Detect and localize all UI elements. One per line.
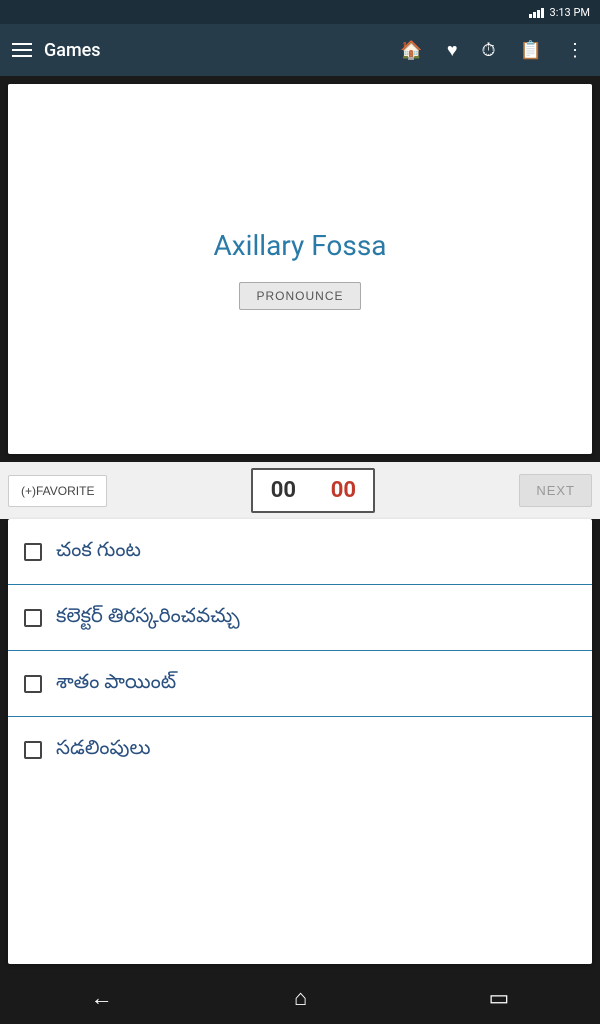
score-right: 00	[313, 470, 373, 511]
signal-icon	[529, 6, 544, 18]
next-button[interactable]: NEXT	[519, 474, 592, 507]
nav-bar: ← ⌂ ▭	[0, 972, 600, 1024]
menu-icon[interactable]	[12, 43, 32, 57]
home-button[interactable]: ⌂	[294, 985, 307, 1011]
status-bar: 3:13 PM	[0, 0, 600, 24]
app-bar: Games 🏠 ♥ ⏱ 📋 ⋮	[0, 24, 600, 76]
option-text-4: సడలింపులు	[56, 735, 151, 764]
checkbox-1[interactable]	[24, 543, 42, 561]
main-card: Axillary Fossa PRONOUNCE	[8, 84, 592, 454]
option-text-1: చంక గుంట	[56, 537, 141, 566]
app-bar-actions: 🏠 ♥ ⏱ 📋 ⋮	[396, 36, 588, 65]
checkbox-4[interactable]	[24, 741, 42, 759]
option-text-2: కలెక్టర్ తిరస్కరించవచ్చు	[56, 603, 240, 632]
quiz-area: చంక గుంట కలెక్టర్ తిరస్కరించవచ్చు శాతం పాయ…	[8, 519, 592, 964]
favorite-button[interactable]: (+)FAVORITE	[8, 475, 107, 507]
list-item[interactable]: సడలింపులు	[8, 717, 592, 782]
more-icon[interactable]: ⋮	[562, 36, 588, 65]
history-icon[interactable]: ⏱	[478, 36, 500, 65]
app-title: Games	[44, 40, 384, 61]
recent-apps-button[interactable]: ▭	[489, 986, 510, 1011]
word-title: Axillary Fossa	[213, 229, 386, 262]
score-left: 00	[253, 470, 313, 511]
pronounce-button[interactable]: PRONOUNCE	[239, 282, 360, 310]
action-bar: (+)FAVORITE 00 00 NEXT	[0, 462, 600, 519]
list-item[interactable]: చంక గుంట	[8, 519, 592, 585]
list-item[interactable]: కలెక్టర్ తిరస్కరించవచ్చు	[8, 585, 592, 651]
list-item[interactable]: శాతం పాయింట్	[8, 651, 592, 717]
back-button[interactable]: ←	[91, 985, 113, 1011]
heart-icon[interactable]: ♥	[443, 36, 462, 65]
checkbox-3[interactable]	[24, 675, 42, 693]
home-icon[interactable]: 🏠	[396, 36, 426, 65]
clipboard-icon[interactable]: 📋	[516, 36, 546, 65]
score-display: 00 00	[251, 468, 375, 513]
status-time: 3:13 PM	[550, 6, 590, 19]
option-text-3: శాతం పాయింట్	[56, 669, 176, 698]
checkbox-2[interactable]	[24, 609, 42, 627]
